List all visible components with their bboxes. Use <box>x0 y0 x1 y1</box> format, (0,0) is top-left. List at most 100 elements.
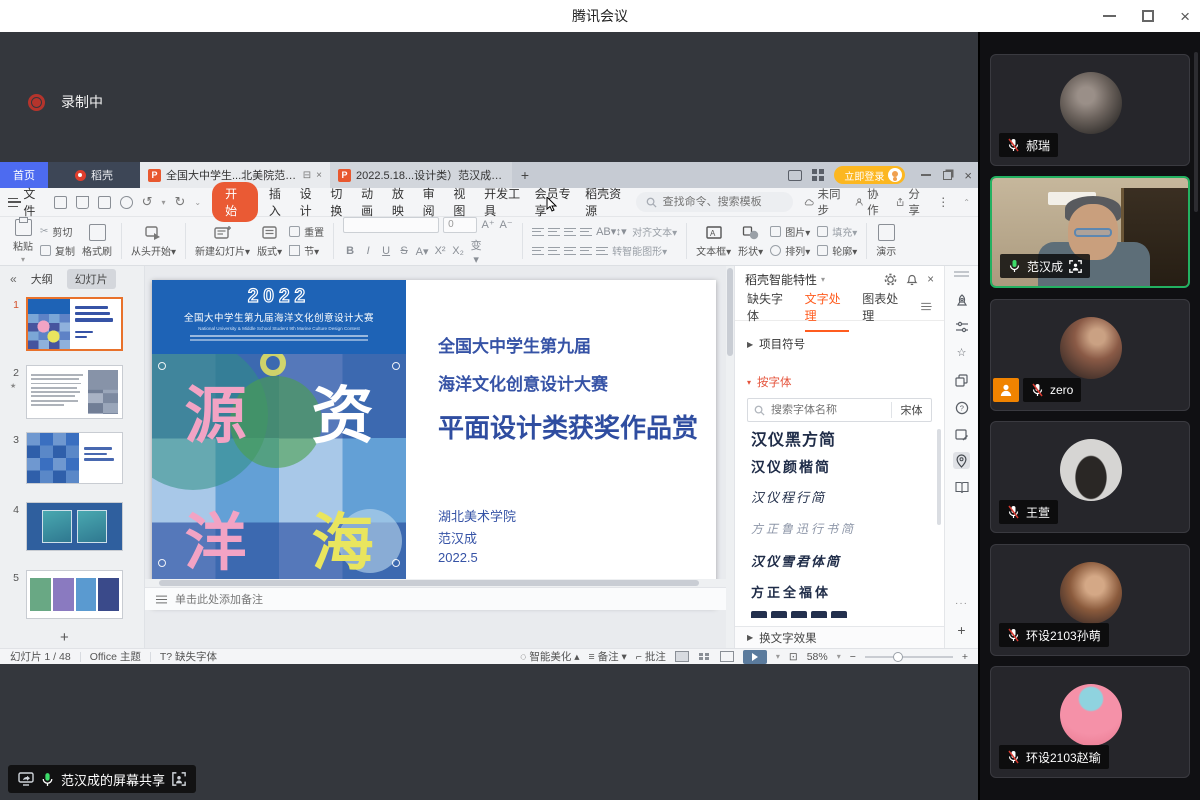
superscript-button[interactable]: X² <box>433 245 447 257</box>
ribbon-tab-slideshow[interactable]: 放映 <box>392 185 412 219</box>
reset-button[interactable]: 重置 <box>289 224 324 239</box>
format-painter-button[interactable]: 格式刷 <box>82 224 112 258</box>
horizontal-scrollbar[interactable] <box>145 579 726 587</box>
normal-view-icon[interactable] <box>675 651 689 662</box>
new-slide-button[interactable]: 新建幻灯片▾ <box>195 225 250 258</box>
collaborate-button[interactable]: 协作 <box>855 186 883 218</box>
close-icon[interactable]: × <box>1180 8 1190 25</box>
current-slide[interactable]: 源 资 洋 海 2022 全国大中学生第九届海洋文化创意设计大赛 Nationa… <box>152 280 716 607</box>
font-item[interactable]: 汉仪黑方简 <box>751 426 836 450</box>
picture-button[interactable]: 图片▾ <box>770 224 810 239</box>
present-button[interactable]: 演示 <box>876 224 896 258</box>
font-filter-dropdown[interactable]: 宋体 <box>891 402 931 418</box>
reading-view-icon[interactable] <box>720 651 734 662</box>
slideshow-play-button[interactable] <box>743 650 767 664</box>
zoom-out-button[interactable]: − <box>850 651 856 663</box>
wps-minimize-icon[interactable] <box>921 174 931 176</box>
font-list-scrollbar[interactable] <box>937 429 941 525</box>
effects-star-icon[interactable]: ☆ <box>953 344 970 361</box>
line-spacing-button[interactable]: ↕▾ <box>614 225 628 238</box>
slide-thumbnail-2[interactable] <box>26 365 123 419</box>
print-icon[interactable] <box>98 196 111 209</box>
slide-thumbnail-5[interactable] <box>26 570 123 619</box>
ribbon-tab-transition[interactable]: 切换 <box>330 185 350 219</box>
help-icon[interactable]: ? <box>953 399 970 416</box>
font-item[interactable]: 方正鲁迅行书简 <box>751 520 856 537</box>
slide-sorter-icon[interactable] <box>698 651 711 662</box>
section-button[interactable]: 节▾ <box>289 243 324 258</box>
participant-tile[interactable]: 王萱 <box>990 421 1190 533</box>
tab-docer[interactable]: 稻壳 <box>48 162 140 188</box>
zoom-in-button[interactable]: + <box>962 651 968 663</box>
participant-tile[interactable]: zero <box>990 299 1190 411</box>
ribbon-tab-design[interactable]: 设计 <box>300 185 320 219</box>
pane-tab-missing-fonts[interactable]: 缺失字体 <box>747 290 792 324</box>
bold-button[interactable]: B <box>343 245 357 257</box>
copy-button[interactable]: 复制 <box>40 243 75 258</box>
qat-more-icon[interactable]: ⌄ <box>194 198 201 207</box>
pane-menu-icon[interactable] <box>921 303 931 310</box>
reading-book-icon[interactable] <box>953 478 970 495</box>
font-item[interactable]: 汉仪程行简 <box>751 487 826 506</box>
file-menu[interactable]: 文件 <box>8 185 43 219</box>
zoom-level[interactable]: 58% <box>807 651 828 663</box>
increase-font-icon[interactable]: A⁺ <box>481 218 495 231</box>
undo-icon[interactable]: ↺ <box>142 194 153 210</box>
tab-outline[interactable]: 大纲 <box>31 271 53 287</box>
smart-beautify-button[interactable]: ◌ 智能美化 ▴ <box>520 649 579 664</box>
save-icon[interactable] <box>54 196 67 209</box>
output-icon[interactable] <box>76 196 89 209</box>
shapes-button[interactable]: 形状▾ <box>738 225 763 258</box>
pane-tab-text[interactable]: 文字处理 <box>805 290 850 324</box>
calendar-edit-icon[interactable] <box>953 426 970 443</box>
add-slide-button[interactable]: + <box>60 629 69 646</box>
align-center-button[interactable] <box>548 246 560 256</box>
ribbon-tab-view[interactable]: 视图 <box>453 185 473 219</box>
participant-tile[interactable]: 郝瑞 <box>990 54 1190 166</box>
font-search-box[interactable]: 宋体 <box>747 398 932 422</box>
participant-tile[interactable]: 环设2103孙萌 <box>990 544 1190 656</box>
ribbon-tab-docer-res[interactable]: 稻壳资源 <box>585 185 625 219</box>
window-layout-icon[interactable] <box>788 170 802 181</box>
text-direction-button[interactable]: AB▾ <box>596 225 610 238</box>
rail-more-icon[interactable]: ··· <box>945 598 978 609</box>
command-search-input[interactable] <box>663 196 783 208</box>
to-smartart-button[interactable]: 转智能图形▾ <box>612 243 667 258</box>
tab-slides[interactable]: 幻灯片 <box>67 269 116 289</box>
wps-close-icon[interactable]: × <box>964 168 972 183</box>
align-right-button[interactable] <box>564 246 576 256</box>
fit-slide-icon[interactable]: ⊡ <box>789 651 798 663</box>
ribbon-tab-animation[interactable]: 动画 <box>361 185 381 219</box>
arrange-button[interactable]: 排列▾ <box>770 243 810 258</box>
settings-sliders-icon[interactable] <box>953 318 970 335</box>
share-button[interactable]: 分享 <box>896 186 924 218</box>
wps-restore-icon[interactable] <box>943 171 952 180</box>
apps-grid-icon[interactable] <box>812 169 824 181</box>
notes-bar[interactable]: 单击此处添加备注 <box>145 587 726 610</box>
redo-icon[interactable]: ↻ <box>174 194 185 210</box>
pane-close-icon[interactable]: × <box>927 274 934 286</box>
slide-thumbnail-1[interactable] <box>26 297 123 351</box>
paste-button[interactable]: 粘贴▾ <box>13 219 33 264</box>
gear-icon[interactable] <box>884 273 897 286</box>
subscript-button[interactable]: X₂ <box>451 245 465 257</box>
rail-handle[interactable] <box>954 271 969 273</box>
layout-button[interactable]: 版式▾ <box>257 225 282 258</box>
ribbon-tab-devtools[interactable]: 开发工具 <box>484 185 524 219</box>
maximize-icon[interactable] <box>1142 10 1154 22</box>
ribbon-tab-review[interactable]: 审阅 <box>423 185 443 219</box>
docer-rocket-icon[interactable] <box>953 292 970 309</box>
text-effects-button[interactable]: 变▾ <box>469 237 483 266</box>
bullets-button[interactable] <box>532 227 544 237</box>
textbox-button[interactable]: A 文本框▾ <box>696 225 731 258</box>
notes-button[interactable]: ≡ 备注 ▾ <box>589 649 627 664</box>
participant-tile-active-speaker[interactable]: 范汉成 <box>990 176 1190 288</box>
collapse-ribbon-icon[interactable]: ⌃ <box>963 198 970 207</box>
distribute-button[interactable] <box>596 246 608 256</box>
missing-font-status[interactable]: T? 缺失字体 <box>160 649 217 664</box>
font-item[interactable]: 汉仪颜楷简 <box>751 457 831 477</box>
duplicate-icon[interactable] <box>953 372 970 389</box>
by-font-section[interactable]: ▾按字体 <box>735 374 944 390</box>
slide-thumbnail-4[interactable] <box>26 502 123 551</box>
underline-button[interactable]: U <box>379 245 393 257</box>
